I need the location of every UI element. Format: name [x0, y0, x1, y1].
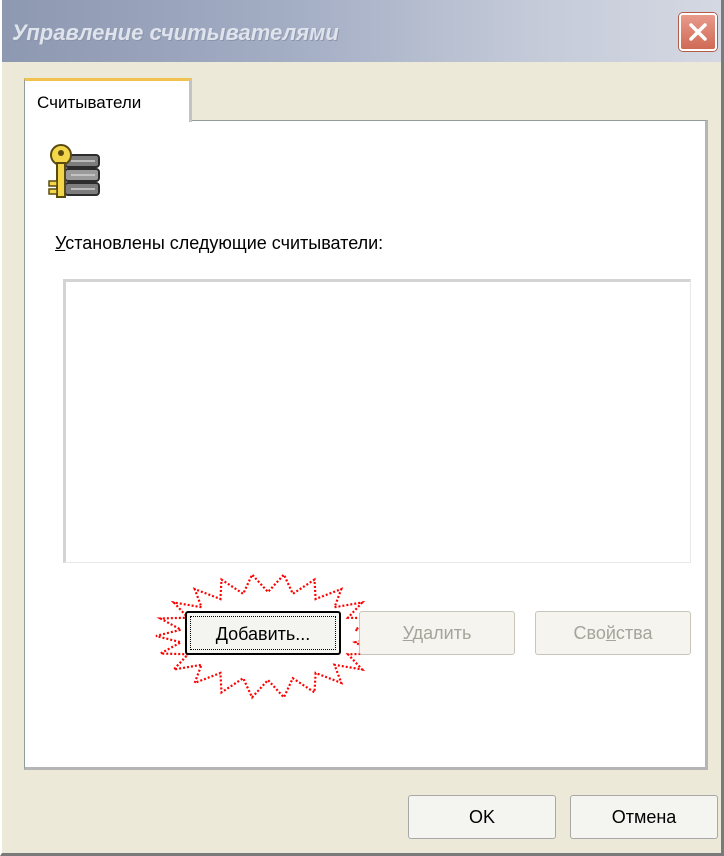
close-button[interactable]: [679, 13, 717, 51]
label-text: становлены следующие считыватели:: [65, 233, 384, 253]
key-server-icon: [48, 144, 100, 198]
delete-label: далить: [412, 623, 472, 643]
props-label: ства: [615, 623, 653, 643]
dialog-window: Управление считывателями Считыватели Уст…: [0, 0, 724, 856]
readers-listbox[interactable]: [63, 279, 691, 563]
add-label: обавить...: [228, 624, 311, 644]
close-icon: [689, 23, 707, 41]
tab-readers[interactable]: Считыватели: [24, 78, 192, 122]
installed-readers-label: Установлены следующие считыватели:: [55, 233, 383, 254]
props-accelerator: й: [605, 623, 616, 643]
properties-button[interactable]: Свойства: [535, 611, 691, 655]
props-label-pre: Сво: [573, 623, 606, 643]
tab-label: Считыватели: [37, 93, 142, 112]
title-bar[interactable]: Управление считывателями: [2, 0, 721, 62]
cancel-button[interactable]: Отмена: [570, 795, 718, 839]
label-accelerator: У: [55, 233, 66, 253]
add-button[interactable]: Добавить...: [185, 611, 341, 655]
delete-accelerator: У: [402, 623, 413, 643]
delete-button[interactable]: Удалить: [359, 611, 515, 655]
tab-panel: Установлены следующие считыватели: Добав…: [24, 120, 708, 770]
ok-button[interactable]: OK: [408, 795, 556, 839]
window-title: Управление считывателями: [12, 20, 339, 45]
add-accelerator: Д: [215, 624, 229, 644]
